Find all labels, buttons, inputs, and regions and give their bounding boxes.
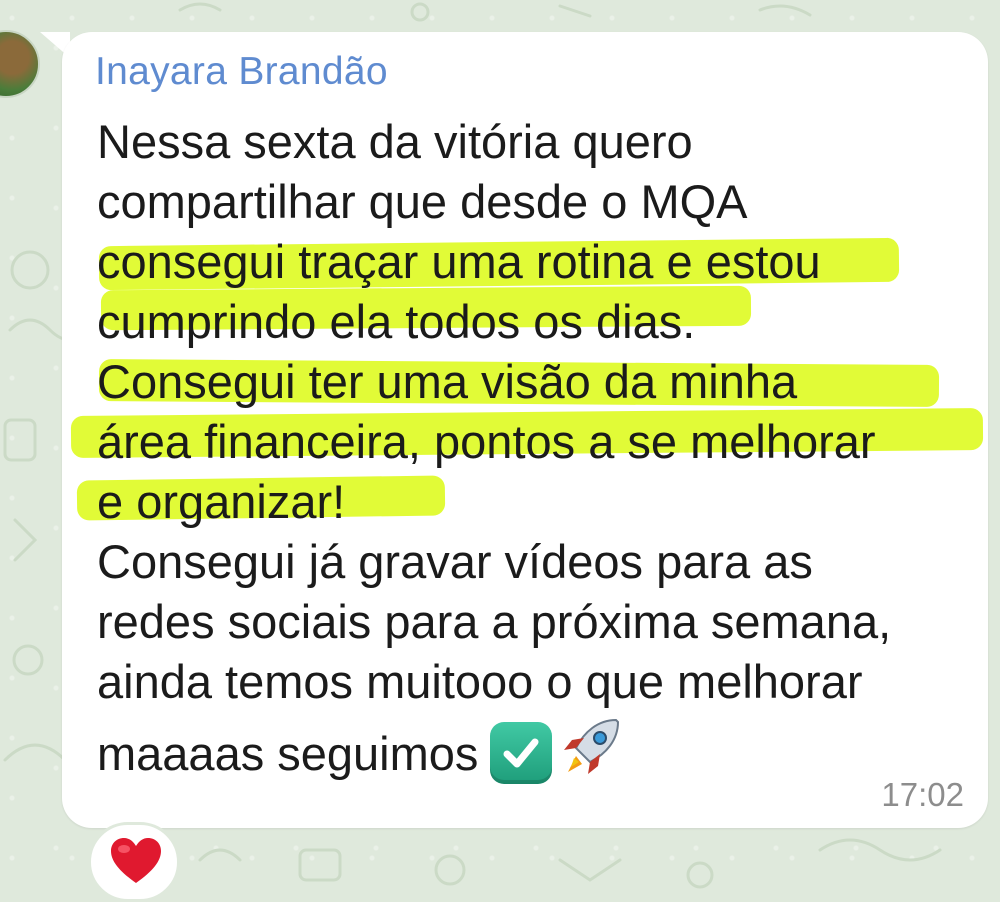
heart-emoji [111,838,161,883]
message-line: Consegui já gravar vídeos para as [97,535,813,588]
reaction-badge[interactable] [88,822,180,902]
message-line: ainda temos muitooo o que melhorar [97,655,863,708]
check-mark-button-emoji [490,722,553,784]
message-line: Nessa sexta da vitória quero [97,115,693,168]
message-timestamp: 17:02 [881,776,964,813]
message-line: cumprindo ela todos os dias. [97,285,977,352]
message-text: Nessa sexta da vitória quero compartilha… [70,112,984,788]
message-line: maaaas seguimos [97,712,977,788]
rocket-emoji [564,718,620,774]
message-line: compartilhar que desde o MQA [97,175,748,228]
sender-name[interactable]: Inayara Brandão [95,50,388,94]
message-line: redes sociais para a próxima semana, [97,595,892,648]
message-line: e organizar! [76,472,977,532]
message-line: consegui traçar uma rotina e estou [97,232,977,292]
message-line: área financeira, pontos a se melhorar [70,408,984,472]
message-line: Consegui ter uma visão da minha [97,352,977,412]
